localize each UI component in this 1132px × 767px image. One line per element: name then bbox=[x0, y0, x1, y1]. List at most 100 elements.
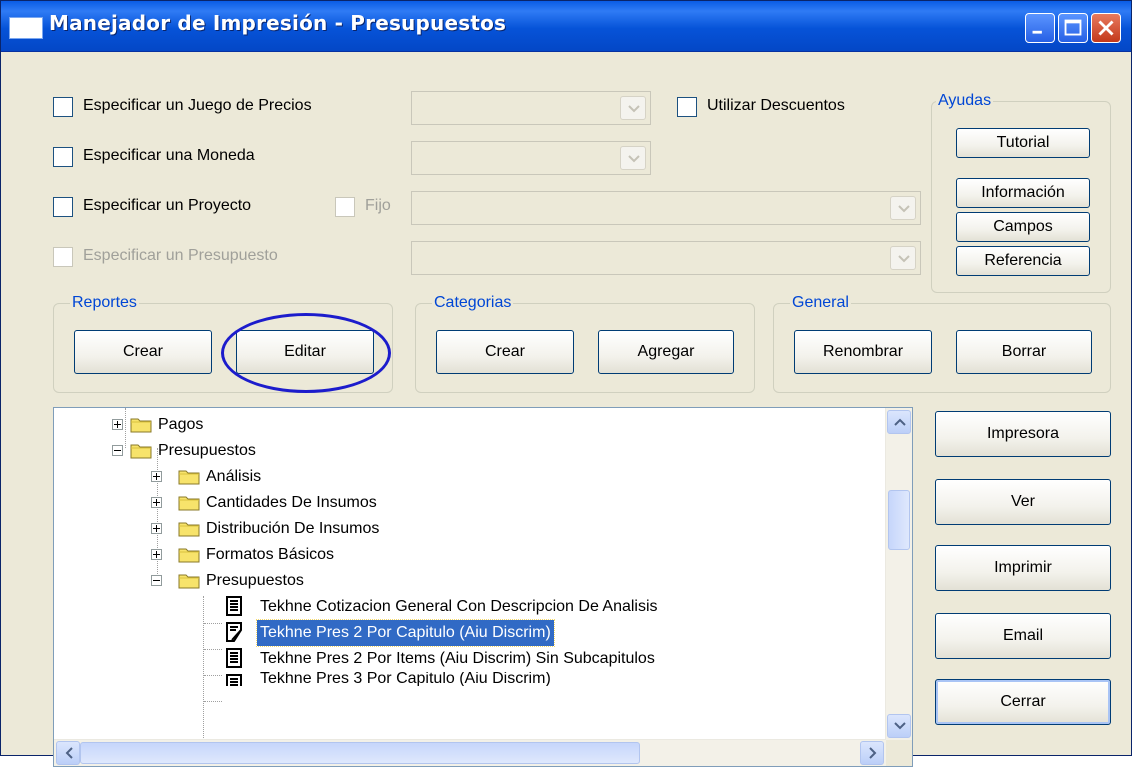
fijo-label: Fijo bbox=[365, 197, 391, 214]
impresora-button[interactable]: Impresora bbox=[935, 411, 1111, 457]
ayudas-legend: Ayudas bbox=[936, 92, 994, 110]
general-group: General Renombrar Borrar bbox=[773, 294, 1111, 393]
reports-tree[interactable]: Pagos Presupuestos Análisis Cantidades D… bbox=[53, 407, 913, 767]
moneda-checkbox[interactable] bbox=[53, 147, 73, 167]
juego-precios-label: Especificar un Juego de Precios bbox=[83, 97, 312, 114]
scroll-up-button[interactable] bbox=[887, 410, 911, 434]
ver-button[interactable]: Ver bbox=[935, 479, 1111, 525]
proyecto-label: Especificar un Proyecto bbox=[83, 197, 252, 214]
expand-toggle[interactable] bbox=[112, 419, 123, 430]
minimize-icon bbox=[1032, 30, 1042, 34]
tree-item-label: Tekhne Pres 2 Por Items (Aiu Discrim) Si… bbox=[260, 650, 655, 667]
expand-toggle[interactable] bbox=[151, 523, 162, 534]
expand-toggle[interactable] bbox=[151, 549, 162, 560]
tree-item[interactable]: Distribución De Insumos bbox=[54, 516, 884, 542]
report-icon bbox=[226, 674, 242, 686]
expand-toggle[interactable] bbox=[112, 445, 123, 456]
categorias-legend: Categorias bbox=[432, 294, 514, 312]
tree-item[interactable]: Pagos bbox=[54, 412, 884, 438]
plus-icon bbox=[153, 499, 160, 506]
presupuesto-select[interactable] bbox=[411, 241, 921, 275]
dropdown-button[interactable] bbox=[620, 146, 646, 170]
crear-categoria-button[interactable]: Crear bbox=[436, 330, 574, 374]
horizontal-scrollbar[interactable] bbox=[54, 739, 886, 766]
expand-toggle[interactable] bbox=[151, 471, 162, 482]
borrar-button[interactable]: Borrar bbox=[956, 330, 1092, 374]
maximize-icon bbox=[1064, 19, 1082, 36]
plus-icon bbox=[153, 525, 160, 532]
proyecto-select[interactable] bbox=[411, 191, 921, 225]
scroll-down-button[interactable] bbox=[887, 714, 911, 738]
chevron-down-icon bbox=[898, 205, 910, 213]
plus-icon bbox=[153, 551, 160, 558]
scroll-left-button[interactable] bbox=[56, 741, 80, 765]
dropdown-button[interactable] bbox=[890, 196, 916, 220]
tree-item[interactable]: Cantidades De Insumos bbox=[54, 490, 884, 516]
close-icon bbox=[1098, 20, 1114, 36]
fijo-checkbox[interactable] bbox=[335, 197, 355, 217]
report-edit-icon bbox=[226, 622, 242, 642]
referencia-button[interactable]: Referencia bbox=[956, 246, 1090, 276]
general-legend: General bbox=[790, 294, 851, 312]
tree-item[interactable]: Tekhne Pres 3 Por Capitulo (Aiu Discrim) bbox=[54, 672, 884, 686]
descuentos-label: Utilizar Descuentos bbox=[707, 97, 845, 114]
scroll-thumb[interactable] bbox=[80, 742, 640, 764]
tree-item[interactable]: Tekhne Cotizacion General Con Descripcio… bbox=[54, 594, 884, 620]
agregar-categoria-button[interactable]: Agregar bbox=[598, 330, 734, 374]
print-manager-window: Manejador de Impresión - Presupuestos Es… bbox=[0, 0, 1132, 767]
tree-item-label: Cantidades De Insumos bbox=[206, 494, 377, 511]
categorias-group: Categorias Crear Agregar bbox=[415, 294, 755, 393]
scroll-thumb[interactable] bbox=[888, 490, 910, 550]
folder-open-icon bbox=[130, 444, 152, 459]
descuentos-checkbox[interactable] bbox=[677, 97, 697, 117]
juego-precios-checkbox[interactable] bbox=[53, 97, 73, 117]
vertical-scrollbar[interactable] bbox=[885, 408, 912, 740]
close-button[interactable] bbox=[1091, 13, 1121, 43]
folder-icon bbox=[178, 522, 200, 537]
chevron-down-icon bbox=[898, 255, 910, 263]
presupuesto-label: Especificar un Presupuesto bbox=[83, 247, 278, 264]
report-icon bbox=[226, 596, 242, 616]
tree-item-label: Análisis bbox=[206, 468, 262, 485]
minus-icon bbox=[153, 580, 160, 581]
tree-item[interactable]: Análisis bbox=[54, 464, 884, 490]
tree-item-label: Tekhne Cotizacion General Con Descripcio… bbox=[260, 598, 658, 615]
proyecto-checkbox[interactable] bbox=[53, 197, 73, 217]
client-area: Especificar un Juego de Precios Utilizar… bbox=[5, 51, 1127, 767]
chevron-down-icon bbox=[628, 155, 640, 163]
presupuesto-checkbox[interactable] bbox=[53, 247, 73, 267]
dropdown-button[interactable] bbox=[890, 246, 916, 270]
cerrar-button[interactable]: Cerrar bbox=[935, 679, 1111, 725]
email-button[interactable]: Email bbox=[935, 613, 1111, 659]
expand-toggle[interactable] bbox=[151, 575, 162, 586]
maximize-button[interactable] bbox=[1058, 13, 1088, 43]
folder-icon bbox=[178, 470, 200, 485]
informacion-button[interactable]: Información bbox=[956, 178, 1090, 208]
tree-item-label: Presupuestos bbox=[158, 442, 256, 459]
chevron-right-icon bbox=[869, 747, 877, 759]
tree-item[interactable]: Tekhne Pres 2 Por Items (Aiu Discrim) Si… bbox=[54, 646, 884, 672]
scroll-corner bbox=[886, 740, 912, 766]
campos-button[interactable]: Campos bbox=[956, 212, 1090, 242]
moneda-select[interactable] bbox=[411, 141, 651, 175]
title-bar[interactable]: Manejador de Impresión - Presupuestos bbox=[1, 1, 1131, 52]
editar-reporte-button[interactable]: Editar bbox=[236, 330, 374, 374]
tutorial-button[interactable]: Tutorial bbox=[956, 128, 1090, 158]
tree-item-selected[interactable]: Tekhne Pres 2 Por Capitulo (Aiu Discrim) bbox=[54, 619, 884, 647]
scroll-right-button[interactable] bbox=[860, 741, 884, 765]
renombrar-button[interactable]: Renombrar bbox=[794, 330, 932, 374]
imprimir-button[interactable]: Imprimir bbox=[935, 545, 1111, 591]
tree-item[interactable]: Presupuestos bbox=[54, 568, 884, 594]
crear-reporte-button[interactable]: Crear bbox=[74, 330, 212, 374]
minimize-button[interactable] bbox=[1025, 13, 1055, 43]
tree-item[interactable]: Formatos Básicos bbox=[54, 542, 884, 568]
tree-item-label: Presupuestos bbox=[206, 572, 304, 589]
tree-item[interactable]: Presupuestos bbox=[54, 438, 884, 464]
dropdown-button[interactable] bbox=[620, 96, 646, 120]
juego-precios-select[interactable] bbox=[411, 91, 651, 125]
reportes-group: Reportes Crear Editar bbox=[53, 294, 393, 393]
window-title: Manejador de Impresión - Presupuestos bbox=[49, 11, 507, 35]
expand-toggle[interactable] bbox=[151, 497, 162, 508]
tree-connector bbox=[204, 701, 222, 702]
window-icon bbox=[9, 17, 43, 39]
